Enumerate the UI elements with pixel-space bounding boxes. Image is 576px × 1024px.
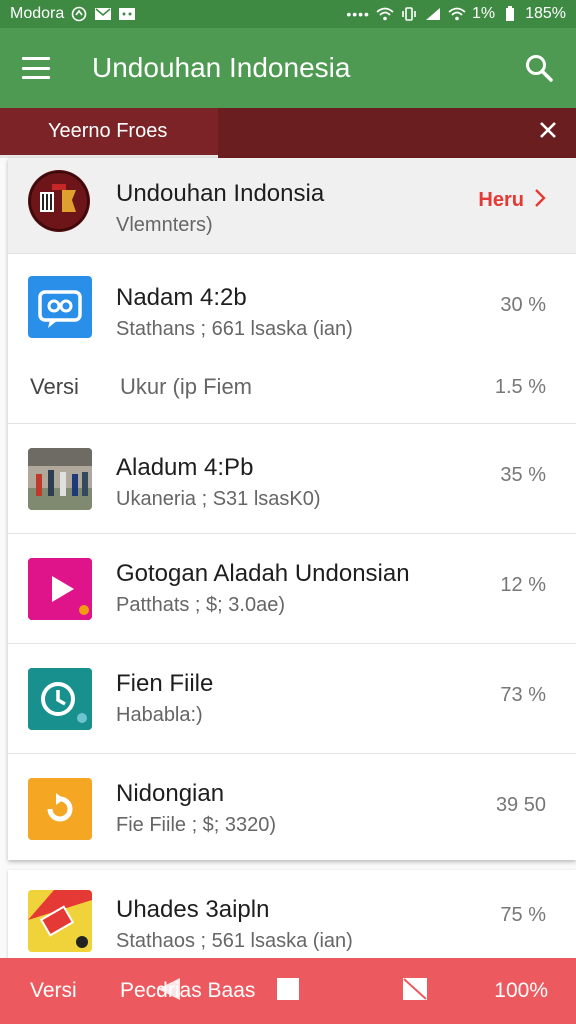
header-action-label: Heru (478, 189, 524, 211)
bottom-middle-label: Pecdrias Baas (120, 979, 256, 1002)
close-icon[interactable] (538, 119, 558, 147)
item-percent: 73 % (500, 684, 546, 706)
item-name: Gotogan Aladah Undonsian (116, 560, 410, 587)
list-item[interactable]: Uhades 3aipln Stathaos ; 561 lsaska (ian… (8, 870, 576, 970)
item-name: Fien Fiile (116, 670, 214, 697)
header-name: Undouhan Indonsia (116, 180, 325, 207)
message-icon (94, 6, 112, 22)
item-name: Nidongian (116, 780, 225, 807)
header-row[interactable]: Undouhan Indonsia Vlemnters) Heru (8, 158, 576, 254)
list-item[interactable]: Gotogan Aladah Undonsian Patthats ; $; 3… (8, 534, 576, 644)
item-name: Nadam 4:2b (116, 284, 247, 311)
emblem-icon (28, 170, 90, 232)
battery-label: 185% (525, 5, 566, 22)
item-extra-left: Versi (30, 374, 79, 399)
list-item[interactable]: Fien Fiile Hababla:) 73 % (8, 644, 576, 754)
clock-icon (28, 668, 92, 730)
item-percent: 12 % (500, 574, 546, 596)
item-extra-percent: 1.5 % (494, 376, 546, 398)
vibrate-icon (400, 6, 418, 22)
item-sub: Fie Fiile ; $; 3320) (116, 814, 277, 836)
tab-strip: Yeerno Froes (0, 108, 576, 158)
signal-percent: 1% (471, 5, 496, 22)
chevron-right-icon (534, 188, 546, 213)
app-list-card: Undouhan Indonsia Vlemnters) Heru Nadam … (8, 158, 576, 860)
list-item[interactable]: Nidongian Fie Fiile ; $; 3320) 39 50 (8, 754, 576, 860)
mail-icon[interactable] (402, 977, 428, 1007)
item-sub: Stathaos ; 561 lsaska (ian) (116, 930, 353, 952)
ticket-icon (28, 890, 92, 952)
search-icon[interactable] (524, 53, 554, 83)
download-bar[interactable]: Versi Pecdrias Baas 100% (0, 958, 576, 1024)
item-percent: 39 50 (495, 794, 546, 816)
bottom-left-label: Versi (30, 979, 77, 1002)
menu-icon[interactable] (22, 57, 50, 79)
wifi-icon-2 (448, 6, 466, 22)
notification-icon (118, 6, 136, 22)
app-bar: Undouhan Indonesia (0, 28, 576, 108)
item-sub: Hababla:) (116, 704, 203, 726)
more-dots-icon: •••• (346, 6, 370, 22)
header-sub: Vlemnters) (116, 214, 213, 236)
item-extra-mid: Ukur (ip Fiem (120, 374, 253, 399)
item-name: Uhades 3aipln (116, 896, 270, 923)
item-sub: Patthats ; $; 3.0ae) (116, 594, 285, 616)
list-item[interactable]: Aladum 4:Pb Ukaneria ; S31 lsasK0) 35 % (8, 424, 576, 534)
bottom-right-label: 100% (494, 979, 548, 1002)
play-icon (28, 558, 92, 620)
carrier-label: Modora (10, 5, 65, 22)
item-percent: 35 % (500, 464, 546, 486)
checkbox-icon[interactable] (276, 977, 300, 1007)
wifi-icon (376, 6, 394, 22)
item-percent: 30 % (500, 294, 546, 316)
refresh-icon (28, 778, 92, 840)
item-sub: Ukaneria ; S31 lsasK0) (116, 488, 321, 510)
header-action[interactable]: Heru (478, 188, 546, 213)
sync-icon (70, 6, 88, 22)
battery-icon (501, 6, 519, 22)
status-bar: Modora •••• 1% 185% (0, 0, 576, 28)
item-sub: Stathans ; 661 lsaska (ian) (116, 318, 353, 340)
chat-app-icon (28, 276, 92, 338)
item-name: Aladum 4:Pb (116, 454, 254, 481)
page-title: Undouhan Indonesia (92, 52, 351, 83)
item-percent: 75 % (500, 904, 546, 926)
tab-yeerno-froes[interactable]: Yeerno Froes (0, 108, 218, 158)
cell-signal-icon (424, 6, 442, 22)
list-item[interactable]: Nadam 4:2b Stathans ; 661 lsaska (ian) 3… (8, 254, 576, 424)
photo-thumbnail (28, 448, 92, 510)
